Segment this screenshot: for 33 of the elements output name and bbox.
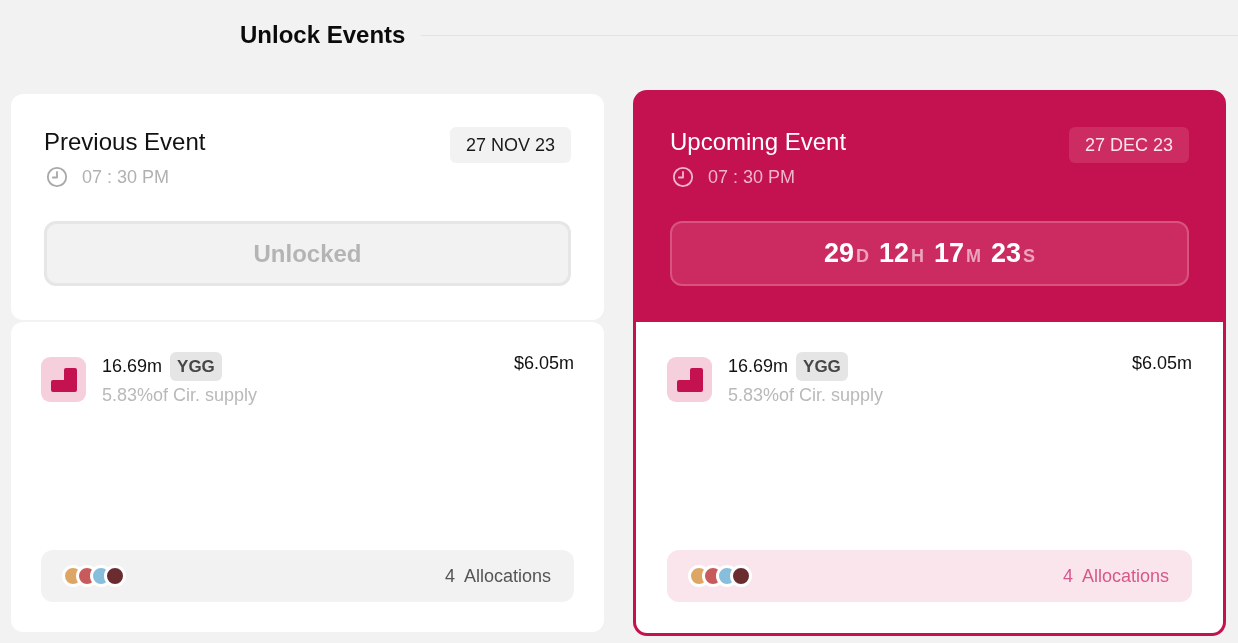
event-time: 07 : 30 PM [82,166,170,188]
section-title: Unlock Events [240,20,406,50]
token-symbol: YGG [796,352,848,381]
countdown-value: 29 [823,237,854,269]
event-title: Upcoming Event [670,127,847,157]
supply-text: 5.83%of Cir. supply [102,384,259,406]
event-time: 07 : 30 PM [708,166,796,188]
token-amount: 16.69m [102,356,163,377]
token-icon [667,357,712,402]
allocation-label: Allocations [1081,565,1169,587]
countdown-value: 23 [991,237,1022,269]
allocation-count: 4 [444,565,455,587]
allocations-bar[interactable]: 4 Allocations [41,550,574,602]
clock-icon [46,166,68,188]
event-date: 27 NOV 23 [449,127,571,163]
countdown-value: 17 [934,237,965,269]
token-icon [41,357,86,402]
token-symbol: YGG [170,352,222,381]
allocations-bar[interactable]: 4 Allocations [667,550,1192,602]
countdown-unit: S [1023,245,1036,267]
supply-text: 5.83%of Cir. supply [728,384,885,406]
clock-icon [672,166,694,188]
event-date: 27 DEC 23 [1068,127,1189,163]
token-value: $6.05m [513,352,574,374]
allocation-count: 4 [1062,565,1073,587]
event-title: Previous Event [44,127,206,157]
countdown-unit: D [855,245,869,267]
allocation-label: Allocations [463,565,551,587]
countdown-unit: M [966,245,982,267]
token-amount: 16.69m [728,356,789,377]
countdown-unit: H [911,245,924,267]
countdown-value: 12 [878,237,909,269]
token-value: $6.05m [1131,352,1192,374]
